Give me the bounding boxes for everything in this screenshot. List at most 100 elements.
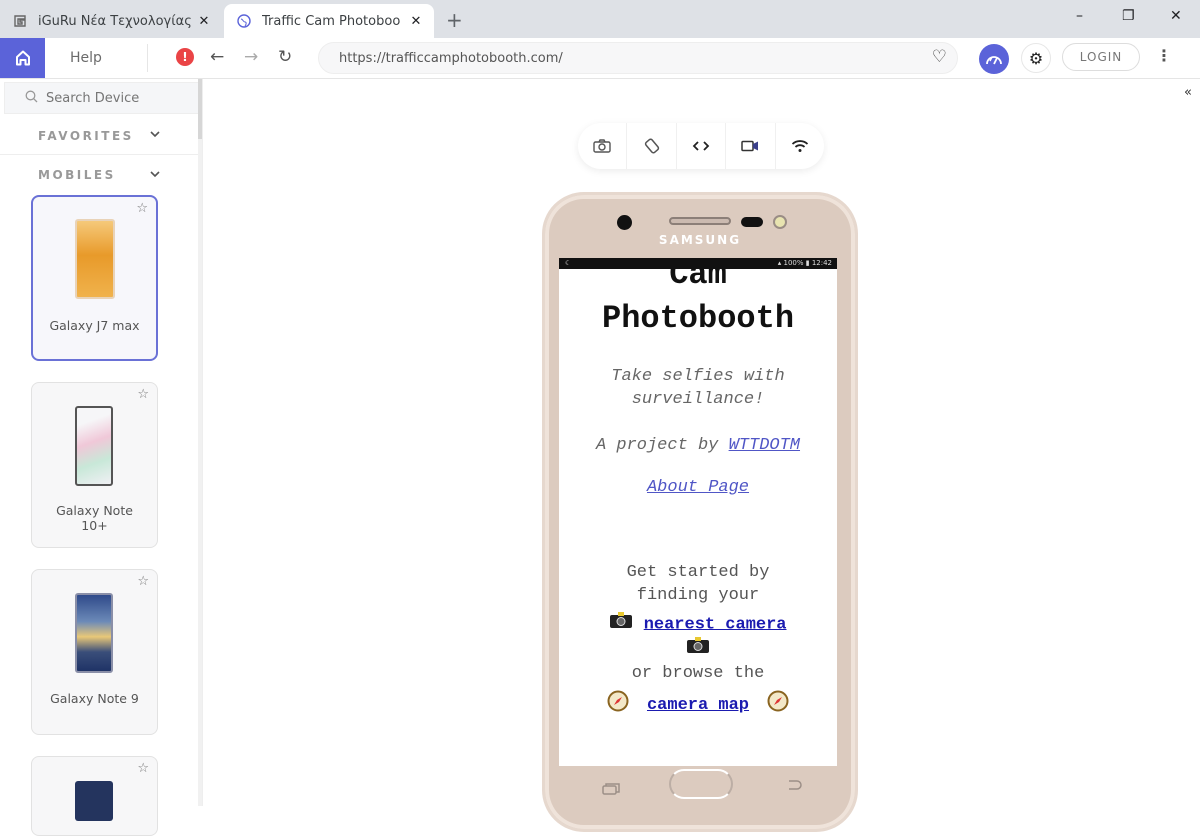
tab-iguru[interactable]: iGuRu Νέα Τεχνολογίας ✕ [0, 4, 222, 38]
rotate-icon [644, 138, 659, 154]
address-bar[interactable]: https://trafficcamphotobooth.com/ ♡ [318, 42, 958, 74]
more-menu-icon[interactable]: ⋮ [1156, 46, 1172, 65]
compass-emoji-icon [767, 690, 789, 720]
device-image [75, 593, 113, 673]
about-page-link[interactable]: About Page [647, 478, 749, 497]
app-toolbar: Help ! ← → ↻ https://trafficcamphotoboot… [0, 38, 1200, 79]
devtools-button[interactable] [677, 123, 727, 169]
front-camera [617, 215, 632, 230]
maximize-icon[interactable]: ❐ [1122, 8, 1135, 24]
record-button[interactable] [726, 123, 776, 169]
new-tab-button[interactable]: + [446, 8, 463, 32]
phone-status-bar: ☾ ▴ 100% ▮ 12:42 [559, 258, 837, 269]
tab-strip: iGuRu Νέα Τεχνολογίας ✕ Traffic Cam Phot… [0, 0, 1200, 38]
device-card-galaxy-j7-max[interactable]: ☆ Galaxy J7 max [31, 195, 158, 361]
screenshot-button[interactable] [578, 123, 628, 169]
device-card-galaxy-note-9[interactable]: ☆ Galaxy Note 9 [31, 569, 158, 735]
status-right: ▴ 100% ▮ 12:42 [777, 259, 832, 267]
video-camera-icon [741, 140, 759, 152]
device-frame: SAMSUNG Cam Photobooth Take selfies with… [542, 192, 858, 832]
nearest-camera-line: nearest camera [559, 611, 837, 637]
nearest-camera-link[interactable]: nearest camera [644, 615, 787, 634]
tab-close-icon[interactable]: ✕ [406, 14, 426, 29]
device-name: Galaxy Note 10+ [56, 503, 133, 533]
scrollbar-thumb[interactable] [198, 79, 202, 139]
start-line1: Get started by [626, 563, 770, 582]
settings-button[interactable]: ⚙ [1021, 43, 1051, 73]
globe-favicon-icon [236, 13, 252, 29]
help-link[interactable]: Help [70, 50, 102, 66]
tab-close-icon[interactable]: ✕ [194, 14, 214, 29]
device-card-galaxy-note-10-plus[interactable]: ☆ Galaxy Note 10+ [31, 382, 158, 548]
about-line: About Page [559, 476, 837, 499]
back-button[interactable]: ← [210, 47, 224, 67]
compass-emoji-icon [607, 690, 629, 720]
device-toolbar [578, 123, 824, 169]
alert-icon[interactable]: ! [176, 48, 194, 66]
device-name: Galaxy J7 max [49, 318, 140, 333]
device-screen[interactable]: Cam Photobooth Take selfies with surveil… [559, 258, 837, 766]
page-title-line2: Photobooth [601, 300, 795, 337]
camera-emoji-line [559, 636, 837, 662]
star-icon[interactable]: ☆ [137, 387, 149, 402]
star-icon[interactable]: ☆ [136, 201, 148, 216]
login-button[interactable]: LOGIN [1062, 43, 1140, 71]
star-icon[interactable]: ☆ [137, 761, 149, 776]
browse-text: or browse the [631, 664, 765, 683]
proximity-sensor [773, 215, 787, 229]
tab-title: Traffic Cam Photoboo [262, 13, 401, 29]
divider [147, 44, 148, 72]
gear-icon: ⚙ [1028, 48, 1044, 68]
device-image [75, 406, 113, 486]
device-image [75, 781, 113, 821]
device-card[interactable]: ☆ [31, 756, 158, 836]
forward-button[interactable]: → [244, 47, 258, 67]
search-icon [25, 90, 38, 107]
section-label: MOBILES [38, 168, 116, 182]
phone-brand: SAMSUNG [658, 233, 742, 247]
project-prefix: A project by [595, 436, 729, 455]
chevron-down-icon[interactable] [150, 170, 160, 181]
search-device-input[interactable] [46, 90, 186, 106]
home-key[interactable] [669, 769, 733, 799]
back-key-icon[interactable] [787, 779, 803, 795]
tagline-line1: Take selfies with [611, 367, 785, 386]
search-device[interactable] [4, 82, 200, 114]
tab-traffic-cam[interactable]: Traffic Cam Photoboo ✕ [224, 4, 434, 38]
camera-icon [593, 139, 611, 153]
start-line2: finding your [636, 586, 760, 605]
section-favorites[interactable]: FAVORITES [0, 117, 200, 155]
url-text[interactable]: https://trafficcamphotobooth.com/ [339, 51, 563, 66]
iguru-favicon-icon [12, 13, 28, 29]
sensor [741, 217, 763, 227]
camera-map-link[interactable]: camera map [647, 696, 749, 715]
tagline-line2: surveillance! [631, 390, 765, 409]
camera-map-line: camera map [559, 690, 837, 720]
reload-button[interactable]: ↻ [278, 47, 292, 67]
camera-emoji-icon [686, 636, 710, 662]
speedometer-icon [986, 56, 1002, 65]
chevron-down-icon[interactable] [150, 130, 160, 141]
section-mobiles[interactable]: MOBILES [0, 156, 200, 194]
wttdotm-link[interactable]: WTTDOTM [729, 436, 800, 455]
tab-title: iGuRu Νέα Τεχνολογίας [38, 13, 192, 29]
device-name: Galaxy Note 9 [50, 691, 139, 706]
rotate-button[interactable] [627, 123, 677, 169]
preview-area: « SAMSUNG Cam Photobooth Take selfies wi [203, 79, 1200, 832]
recent-apps-icon[interactable] [602, 781, 620, 800]
heart-icon[interactable]: ♡ [932, 47, 947, 67]
window-close-icon[interactable]: ✕ [1170, 8, 1182, 24]
collapse-panel-icon[interactable]: « [1184, 85, 1192, 100]
section-label: FAVORITES [38, 128, 134, 143]
sidebar-scrollbar[interactable] [198, 79, 202, 806]
home-button[interactable] [0, 38, 45, 78]
performance-button[interactable] [979, 44, 1009, 74]
device-sidebar: FAVORITES MOBILES ☆ Galaxy J7 max ☆ Gala… [0, 79, 203, 836]
minimize-icon[interactable]: – [1076, 8, 1083, 24]
code-icon [692, 141, 710, 151]
device-image [75, 219, 115, 299]
earpiece [669, 217, 731, 225]
star-icon[interactable]: ☆ [137, 574, 149, 589]
network-button[interactable] [776, 123, 824, 169]
home-icon [15, 50, 30, 66]
